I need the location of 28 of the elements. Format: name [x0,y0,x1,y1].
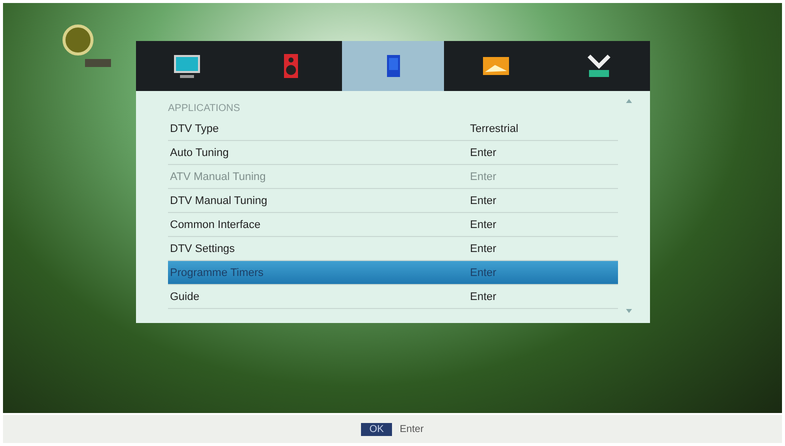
row-value: Enter [470,194,498,206]
row-value: Enter [470,290,498,302]
menu-row[interactable]: DTV Manual Tuning Enter [168,189,618,213]
row-label: Programme Timers [170,266,265,278]
row-label: DTV Type [170,122,220,134]
scroll-up-icon [626,99,632,103]
menu-row[interactable]: DTV Type Terrestrial [168,117,618,141]
row-label: Auto Tuning [170,146,230,158]
hint-text: Enter [400,424,424,434]
menu-row[interactable]: Auto Tuning Enter [168,141,618,165]
scroll-down-icon [626,309,632,313]
menu-row[interactable]: Common Interface Enter [168,213,618,237]
row-value: Enter [470,218,498,230]
ok-key: OK [361,422,392,436]
monitor-icon [172,53,202,79]
row-label: DTV Settings [170,242,236,254]
section-heading: APPLICATIONS [168,103,242,116]
row-value: Enter [470,266,498,278]
row-value: Terrestrial [470,122,520,134]
menu-row[interactable]: Guide Enter [168,285,618,309]
row-value: Enter [470,146,498,158]
row-value: Enter [470,242,498,254]
row-label: DTV Manual Tuning [170,194,268,206]
row-value: Enter [470,170,498,182]
row-label: Common Interface [170,218,262,230]
row-label: ATV Manual Tuning [170,170,267,182]
circle-icon [61,23,95,57]
row-label: Guide [170,290,200,302]
